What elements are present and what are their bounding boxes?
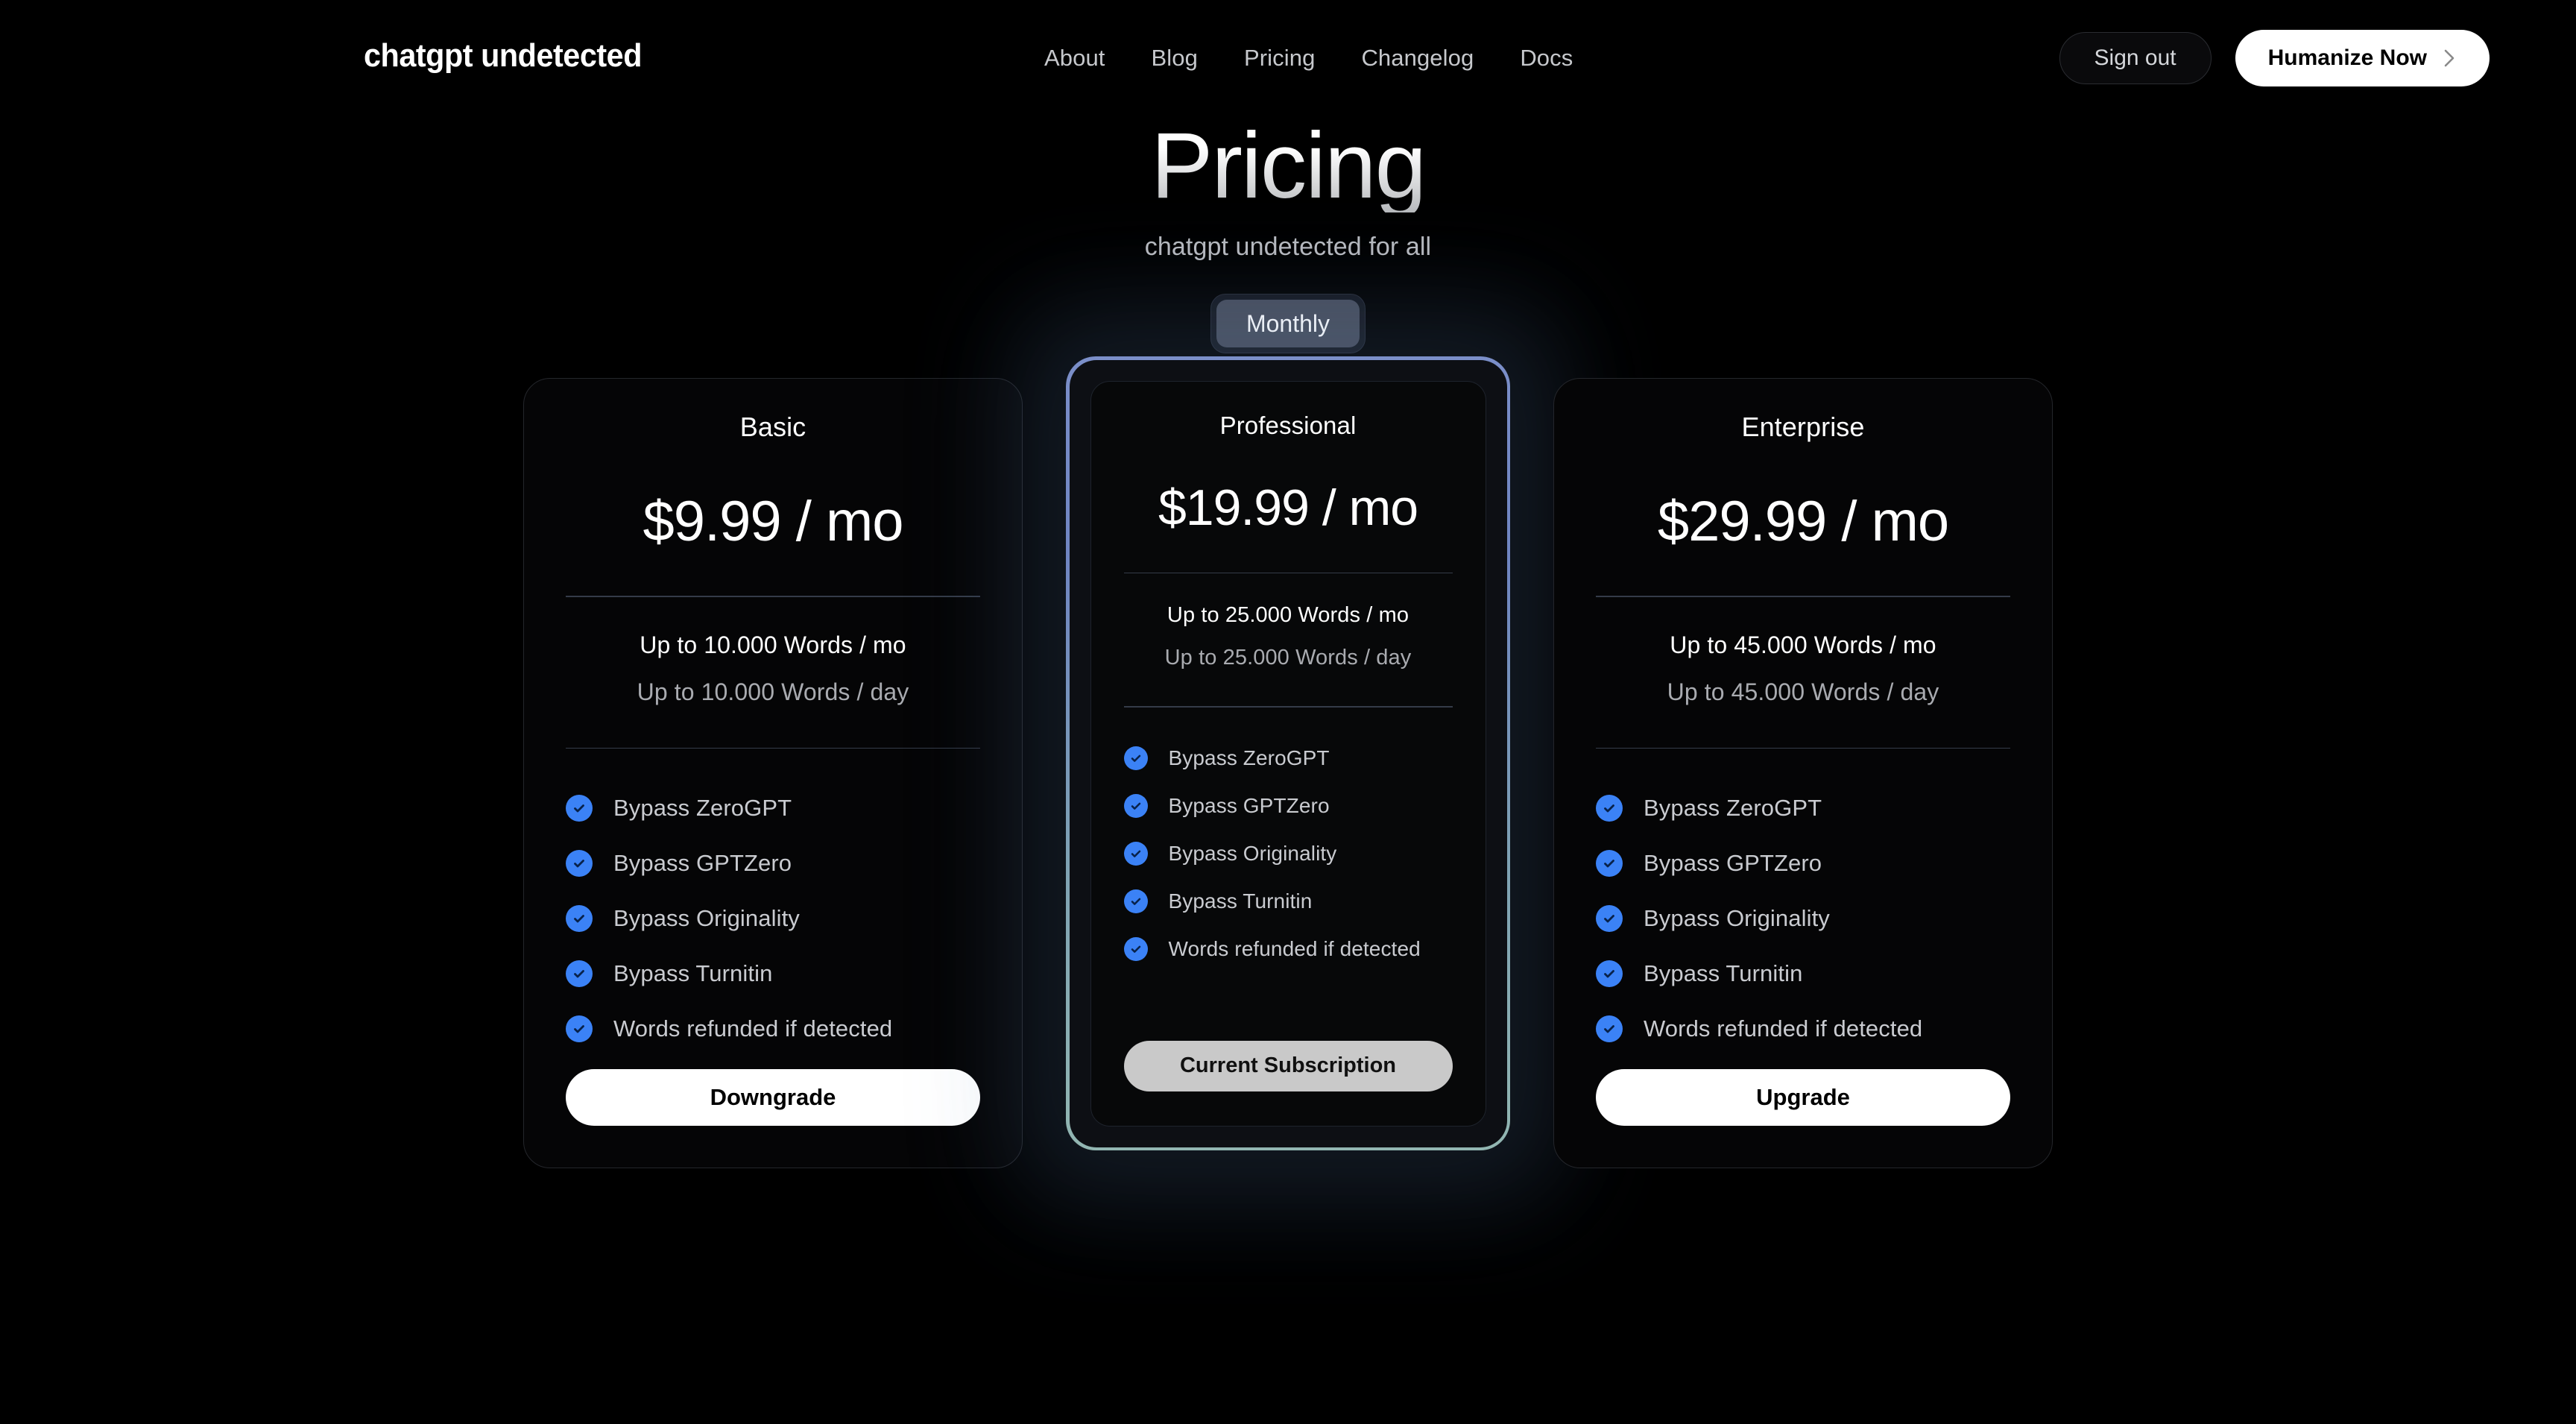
plan-words-day: Up to 25.000 Words / day	[1164, 646, 1412, 670]
current-subscription-button[interactable]: Current Subscription	[1123, 1040, 1453, 1091]
check-circle-icon	[1596, 960, 1623, 987]
humanize-now-button[interactable]: Humanize Now	[2235, 30, 2490, 86]
feature-item: Bypass GPTZero	[1596, 850, 2010, 877]
feature-label: Words refunded if detected	[1644, 1015, 1923, 1042]
feature-item: Bypass GPTZero	[566, 850, 980, 877]
check-circle-icon	[1123, 746, 1148, 770]
upgrade-button[interactable]: Upgrade	[1596, 1069, 2010, 1126]
pricing-cards: Basic $9.99 / mo Up to 10.000 Words / mo…	[0, 356, 2576, 1168]
feature-item: Bypass ZeroGPT	[1123, 746, 1453, 770]
plan-features: Bypass ZeroGPT Bypass GPTZero Bypass Ori…	[1596, 795, 2010, 1042]
check-circle-icon	[566, 795, 593, 822]
check-circle-icon	[566, 1015, 593, 1042]
page-title: Pricing	[0, 119, 2576, 212]
nav-item-changelog[interactable]: Changelog	[1338, 45, 1497, 72]
check-circle-icon	[1596, 795, 1623, 822]
plan-features: Bypass ZeroGPT Bypass GPTZero Bypass Ori…	[566, 795, 980, 1042]
feature-label: Bypass Originality	[1168, 841, 1337, 865]
feature-label: Bypass ZeroGPT	[1168, 746, 1330, 769]
check-circle-icon	[1596, 905, 1623, 932]
plan-features: Bypass ZeroGPT Bypass GPTZero Bypass Ori…	[1123, 746, 1453, 961]
feature-label: Bypass ZeroGPT	[1644, 795, 1822, 821]
divider	[1123, 706, 1453, 708]
feature-item: Bypass Turnitin	[1596, 960, 2010, 987]
header-actions: Sign out Humanize Now	[2059, 30, 2490, 86]
plan-words-day: Up to 45.000 Words / day	[1667, 678, 1939, 705]
check-circle-icon	[1596, 1015, 1623, 1042]
feature-item: Bypass Originality	[1123, 841, 1453, 866]
plan-words-month: Up to 25.000 Words / mo	[1167, 603, 1409, 627]
nav-item-about[interactable]: About	[1021, 45, 1128, 72]
feature-item: Bypass Originality	[566, 905, 980, 932]
page-subtitle: chatgpt undetected for all	[1144, 233, 1432, 261]
sign-out-button[interactable]: Sign out	[2059, 32, 2212, 84]
feature-label: Bypass ZeroGPT	[613, 795, 792, 821]
feature-label: Words refunded if detected	[1168, 936, 1421, 960]
featured-inner-frame: Professional $19.99 / mo Up to 25.000 Wo…	[1069, 359, 1507, 1147]
plan-price: $9.99 / mo	[643, 490, 903, 553]
plan-name: Basic	[739, 412, 806, 442]
plan-words-day: Up to 10.000 Words / day	[637, 678, 909, 705]
plan-name: Enterprise	[1741, 412, 1865, 442]
feature-item: Words refunded if detected	[1123, 936, 1453, 961]
pricing-card-basic: Basic $9.99 / mo Up to 10.000 Words / mo…	[523, 378, 1023, 1168]
plan-name: Professional	[1219, 411, 1357, 439]
pricing-page: chatgpt undetected About Blog Pricing Ch…	[0, 0, 2576, 1424]
plan-words-month: Up to 10.000 Words / mo	[640, 631, 906, 658]
feature-item: Bypass Turnitin	[1123, 889, 1453, 913]
divider	[1596, 596, 2010, 597]
check-circle-icon	[566, 905, 593, 932]
check-circle-icon	[1123, 889, 1148, 913]
divider	[1596, 747, 2010, 749]
feature-label: Bypass Turnitin	[1644, 960, 1803, 986]
feature-label: Bypass GPTZero	[1644, 850, 1822, 876]
check-circle-icon	[1596, 850, 1623, 877]
billing-toggle: Monthly	[0, 294, 2576, 353]
check-circle-icon	[1123, 841, 1148, 866]
billing-toggle-group: Monthly	[1210, 294, 1366, 353]
plan-words-month: Up to 45.000 Words / mo	[1670, 631, 1936, 658]
main-nav: About Blog Pricing Changelog Docs	[1021, 45, 1596, 72]
feature-label: Bypass Originality	[613, 905, 800, 931]
feature-label: Bypass Turnitin	[1168, 889, 1313, 913]
divider	[566, 747, 980, 749]
pricing-card-enterprise: Enterprise $29.99 / mo Up to 45.000 Word…	[1553, 378, 2053, 1168]
feature-item: Words refunded if detected	[566, 1015, 980, 1042]
check-circle-icon	[566, 960, 593, 987]
check-circle-icon	[1123, 936, 1148, 961]
feature-label: Bypass Turnitin	[613, 960, 773, 986]
feature-item: Words refunded if detected	[1596, 1015, 2010, 1042]
feature-item: Bypass Turnitin	[566, 960, 980, 987]
feature-item: Bypass GPTZero	[1123, 793, 1453, 818]
feature-label: Bypass GPTZero	[613, 850, 792, 876]
site-header: chatgpt undetected About Blog Pricing Ch…	[0, 0, 2576, 112]
check-circle-icon	[566, 850, 593, 877]
humanize-now-label: Humanize Now	[2267, 45, 2427, 70]
feature-label: Bypass Originality	[1644, 905, 1830, 931]
plan-price: $19.99 / mo	[1158, 479, 1418, 536]
feature-item: Bypass Originality	[1596, 905, 2010, 932]
feature-item: Bypass ZeroGPT	[566, 795, 980, 822]
divider	[1123, 572, 1453, 573]
pricing-card-professional: Professional $19.99 / mo Up to 25.000 Wo…	[1090, 380, 1486, 1127]
plan-price: $29.99 / mo	[1657, 490, 1949, 553]
logo[interactable]: chatgpt undetected	[364, 37, 642, 75]
feature-item: Bypass ZeroGPT	[1596, 795, 2010, 822]
nav-item-docs[interactable]: Docs	[1497, 45, 1596, 72]
billing-toggle-monthly[interactable]: Monthly	[1216, 300, 1360, 347]
nav-item-pricing[interactable]: Pricing	[1221, 45, 1338, 72]
pricing-card-professional-highlight: Professional $19.99 / mo Up to 25.000 Wo…	[1066, 356, 1510, 1150]
chevron-right-icon	[2442, 47, 2457, 69]
downgrade-button[interactable]: Downgrade	[566, 1069, 980, 1126]
check-circle-icon	[1123, 793, 1148, 818]
divider	[566, 596, 980, 597]
feature-label: Words refunded if detected	[613, 1015, 893, 1042]
feature-label: Bypass GPTZero	[1168, 793, 1330, 817]
nav-item-blog[interactable]: Blog	[1128, 45, 1221, 72]
